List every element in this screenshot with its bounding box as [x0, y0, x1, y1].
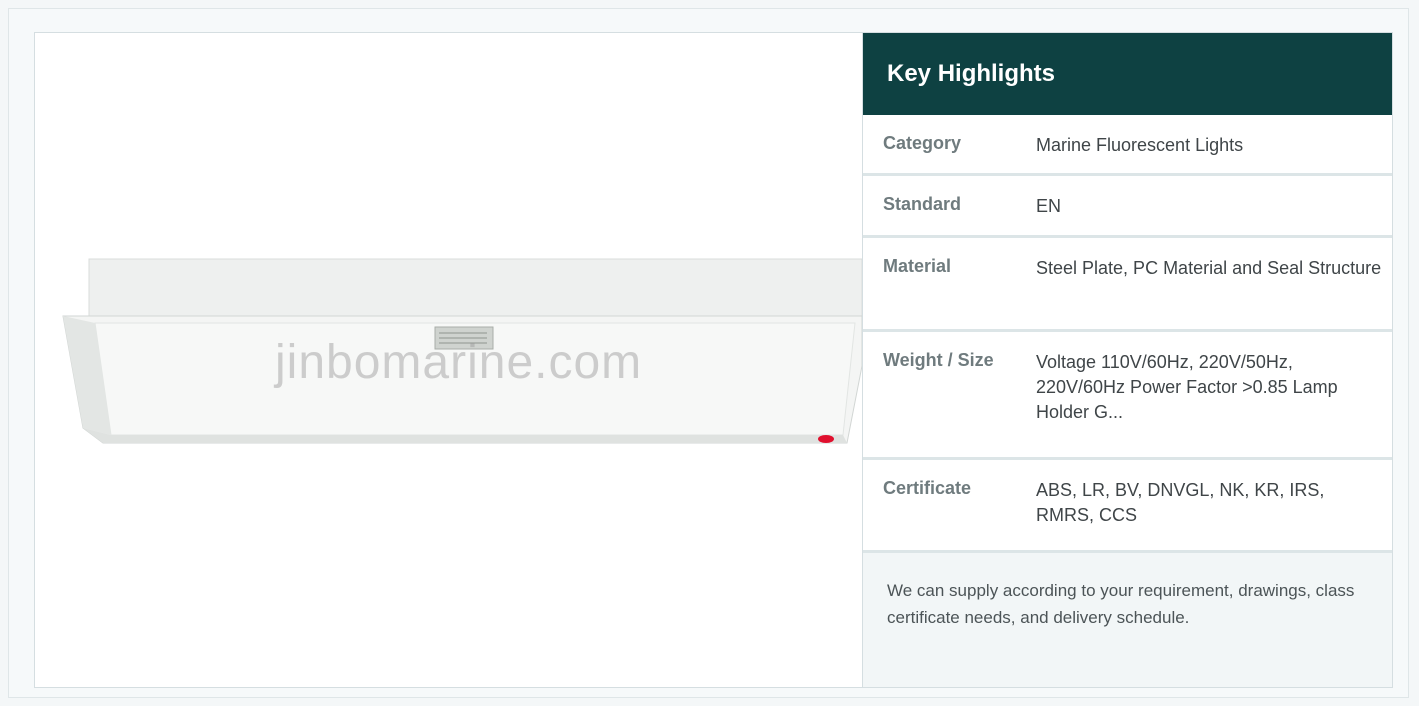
spec-value: Steel Plate, PC Material and Seal Struct…	[1036, 258, 1382, 278]
spec-label: Standard	[883, 194, 962, 214]
spec-row-material: Material Steel Plate, PC Material and Se…	[863, 238, 1392, 332]
spec-value: Voltage 110V/60Hz, 220V/50Hz, 220V/60Hz …	[1036, 352, 1338, 423]
product-card: jinbomarine.com Key Highlights Category …	[34, 32, 1393, 688]
spec-row-category: Category Marine Fluorescent Lights	[863, 115, 1392, 176]
spec-label: Certificate	[883, 478, 972, 498]
key-highlights-title: Key Highlights	[863, 33, 1392, 115]
fixture-housing-top	[88, 258, 862, 317]
spec-row-certificate: Certificate ABS, LR, BV, DNVGL, NK, KR, …	[863, 460, 1392, 553]
spec-value: ABS, LR, BV, DNVGL, NK, KR, IRS, RMRS, C…	[1036, 480, 1325, 526]
spec-label: Material	[883, 256, 952, 276]
spec-row-standard: Standard EN	[863, 176, 1392, 238]
spec-value: Marine Fluorescent Lights	[1036, 135, 1244, 155]
supply-note: We can supply according to your requirem…	[863, 553, 1392, 687]
key-highlights-panel: Key Highlights Category Marine Fluoresce…	[862, 33, 1392, 687]
product-image[interactable]: jinbomarine.com	[35, 33, 862, 687]
watermark-text: jinbomarine.com	[275, 336, 643, 389]
spec-label: Weight / Size	[883, 350, 994, 370]
spec-label: Category	[883, 133, 962, 153]
red-indicator-light	[818, 435, 834, 443]
spec-value: EN	[1036, 196, 1062, 216]
spec-row-weight-size: Weight / Size Voltage 110V/60Hz, 220V/50…	[863, 332, 1392, 460]
